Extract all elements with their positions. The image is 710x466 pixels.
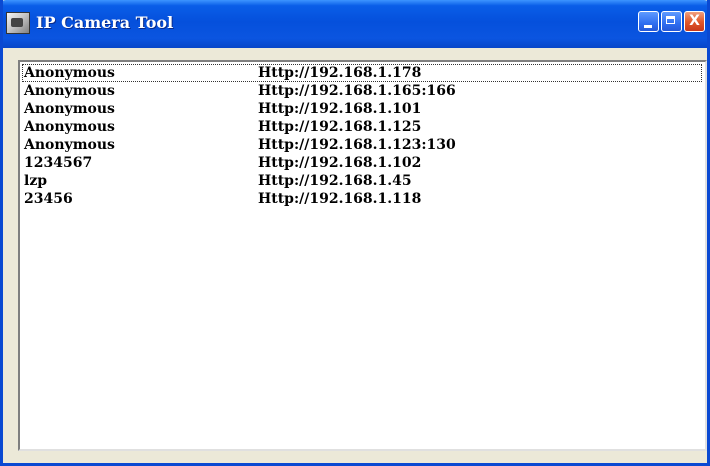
list-item[interactable]: Anonymous Http://192.168.1.125 [22, 118, 702, 136]
camera-user: 23456 [24, 191, 73, 207]
camera-user: 1234567 [24, 155, 93, 171]
camera-app-icon[interactable] [6, 12, 30, 34]
camera-url: Http://192.168.1.125 [258, 119, 422, 135]
camera-user: Anonymous [24, 119, 115, 135]
camera-url: Http://192.168.1.102 [258, 155, 422, 171]
close-button[interactable]: X [684, 11, 705, 32]
window-title: IP Camera Tool [36, 13, 174, 32]
camera-user: Anonymous [24, 101, 115, 117]
camera-user: Anonymous [24, 65, 115, 81]
maximize-button[interactable] [661, 11, 682, 32]
camera-url: Http://192.168.1.178 [258, 65, 422, 81]
list-item[interactable]: Anonymous Http://192.168.1.165:166 [22, 82, 702, 100]
camera-user: Anonymous [24, 137, 115, 153]
list-item[interactable]: Anonymous Http://192.168.1.123:130 [22, 136, 702, 154]
list-item[interactable]: 23456 Http://192.168.1.118 [22, 190, 702, 208]
list-item[interactable]: lzp Http://192.168.1.45 [22, 172, 702, 190]
camera-user: lzp [24, 173, 48, 189]
camera-url: Http://192.168.1.45 [258, 173, 412, 189]
close-icon: X [689, 13, 700, 29]
camera-url: Http://192.168.1.118 [258, 191, 422, 207]
title-bar[interactable]: IP Camera Tool X [3, 0, 707, 48]
minimize-button[interactable] [638, 11, 659, 32]
camera-url: Http://192.168.1.165:166 [258, 83, 456, 99]
camera-url: Http://192.168.1.123:130 [258, 137, 456, 153]
list-item[interactable]: Anonymous Http://192.168.1.178 [22, 64, 702, 82]
camera-url: Http://192.168.1.101 [258, 101, 422, 117]
camera-user: Anonymous [24, 83, 115, 99]
list-item[interactable]: Anonymous Http://192.168.1.101 [22, 100, 702, 118]
app-window: IP Camera Tool X Anonymous Http://192.16… [0, 0, 710, 466]
list-item[interactable]: 1234567 Http://192.168.1.102 [22, 154, 702, 172]
camera-list[interactable]: Anonymous Http://192.168.1.178 Anonymous… [18, 60, 707, 451]
